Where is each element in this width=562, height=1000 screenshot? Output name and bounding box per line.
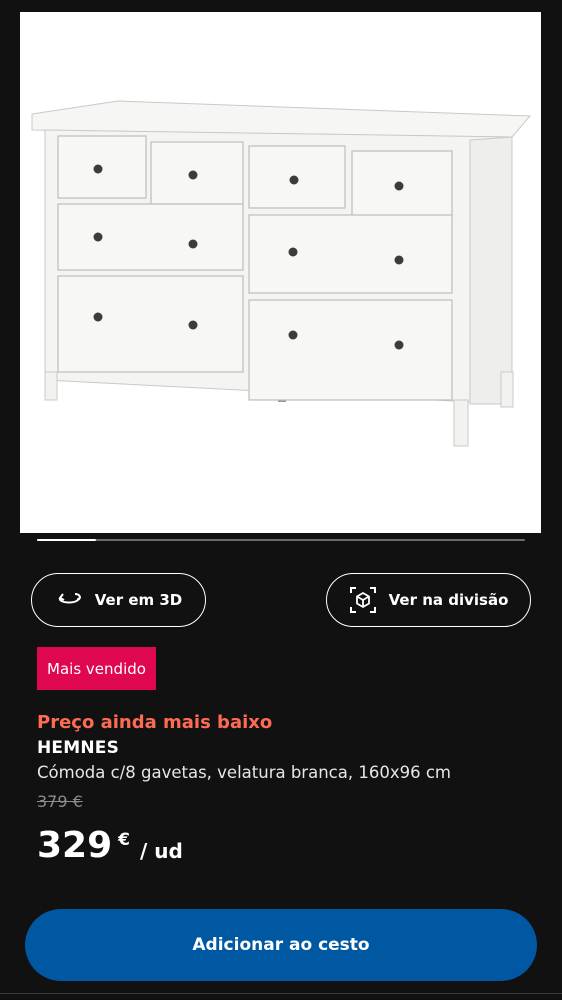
view-in-room-button[interactable]: Ver na divisão [326,573,531,627]
ar-cube-icon [349,586,377,614]
best-seller-badge: Mais vendido [37,647,156,690]
dresser-illustration [31,100,532,447]
product-name[interactable]: HEMNES [37,738,119,758]
view-3d-label: Ver em 3D [94,591,183,609]
promo-label: Preço ainda mais baixo [37,712,273,733]
view-in-room-label: Ver na divisão [388,591,509,609]
product-image[interactable] [20,12,541,533]
product-description: Cómoda c/8 gavetas, velatura branca, 160… [37,763,451,782]
old-price: 379 € [37,792,83,811]
add-to-cart-button[interactable]: Adicionar ao cesto [25,909,537,981]
price-currency: € [118,830,130,850]
bottom-divider [0,993,562,994]
rotate-3d-icon [55,586,83,614]
image-carousel-scrollbar[interactable] [37,539,525,541]
price-integer: 329 [37,825,113,866]
price-unit: / ud [140,839,183,863]
view-3d-button[interactable]: Ver em 3D [31,573,206,627]
current-price: 329 € / ud [37,826,183,866]
carousel-progress-thumb[interactable] [37,539,96,541]
